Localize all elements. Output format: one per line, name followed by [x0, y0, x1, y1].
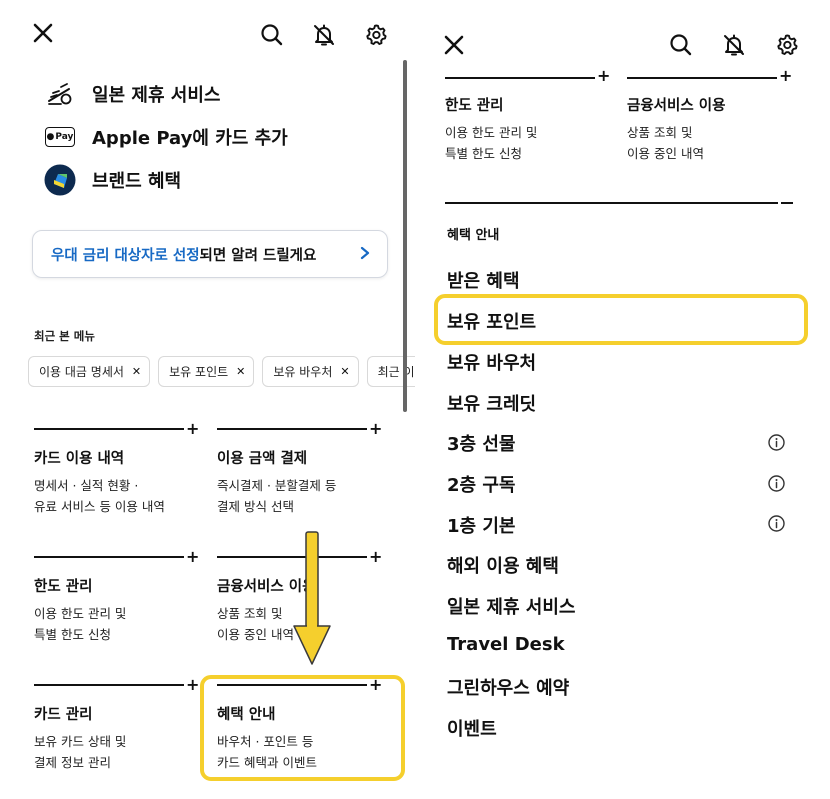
menu-received-benefits[interactable]: 받은 혜택	[447, 267, 520, 293]
recent-chip[interactable]: 최근 이	[366, 356, 415, 387]
search-icon[interactable]	[260, 23, 284, 47]
highlight-box-owned-points	[434, 294, 808, 345]
apple-pay-badge-text: Pay	[55, 132, 74, 142]
chip-label: 보유 바우처	[273, 365, 333, 379]
section-label-benefits: 혜택 안내	[447, 228, 500, 243]
card-desc-line: 이용 한도 관리 및	[445, 125, 538, 140]
service-label: 일본 제휴 서비스	[92, 85, 221, 106]
divider	[34, 428, 184, 430]
card-title-limit[interactable]: 한도 관리	[34, 575, 92, 596]
divider	[217, 428, 367, 430]
card-desc-line: 이용 중인 내역	[217, 627, 294, 642]
brand-benefit-icon	[44, 164, 76, 196]
banner-highlight: 우대 금리 대상자로 선정	[51, 247, 200, 264]
plus-icon[interactable]: +	[369, 421, 382, 437]
menu-2f-subscription[interactable]: 2층 구독	[447, 471, 515, 497]
card-desc-line: 결제 방식 선택	[217, 499, 294, 514]
card-title-financial[interactable]: 금융서비스 이용	[627, 94, 725, 115]
left-screen: 일본 제휴 서비스 ● Pay Apple Pay에 카드 추가 브랜드 혜택 우…	[0, 0, 415, 799]
menu-greenhouse-reservation[interactable]: 그린하우스 예약	[447, 674, 569, 700]
card-desc-line: 상품 조회 및	[627, 125, 693, 140]
card-desc-line: 상품 조회 및	[217, 606, 283, 621]
card-title-limit[interactable]: 한도 관리	[445, 94, 503, 115]
recent-chip[interactable]: 이용 대금 명세서 ✕	[28, 356, 151, 387]
card-desc-line: 결제 정보 관리	[34, 755, 111, 770]
right-screen: + + 한도 관리 이용 한도 관리 및특별 한도 신청 금융서비스 이용 상품…	[415, 0, 830, 799]
menu-owned-credits[interactable]: 보유 크레딧	[447, 390, 536, 416]
menu-travel-desk[interactable]: Travel Desk	[447, 634, 565, 655]
divider	[445, 202, 778, 204]
card-desc: 이용 한도 관리 및특별 한도 신청	[34, 603, 126, 645]
service-brand-benefit[interactable]: 브랜드 혜택	[44, 164, 181, 196]
chip-label: 이용 대금 명세서	[39, 365, 124, 379]
card-desc: 명세서 · 실적 현황 · 유료 서비스 등 이용 내역	[34, 475, 165, 517]
close-icon[interactable]	[32, 22, 54, 44]
gear-icon[interactable]	[364, 23, 388, 47]
recent-menu-label: 최근 본 메뉴	[34, 329, 95, 343]
highlight-box-benefits	[200, 675, 405, 781]
card-desc: 상품 조회 및이용 중인 내역	[627, 122, 704, 164]
card-desc: 보유 카드 상태 및결제 정보 관리	[34, 731, 126, 773]
close-icon[interactable]	[443, 34, 465, 56]
divider	[445, 77, 595, 79]
service-label: Apple Pay에 카드 추가	[92, 128, 288, 149]
card-title-card-management[interactable]: 카드 관리	[34, 703, 92, 724]
card-desc: 상품 조회 및이용 중인 내역	[217, 603, 294, 645]
info-icon[interactable]	[768, 475, 785, 492]
card-desc: 이용 한도 관리 및특별 한도 신청	[445, 122, 537, 164]
info-icon[interactable]	[768, 515, 785, 532]
arrow-down-annotation	[290, 530, 334, 672]
info-icon[interactable]	[768, 434, 785, 451]
card-desc-line: 보유 카드 상태 및	[34, 734, 127, 749]
card-desc-line: 명세서 · 실적 현황 ·	[34, 478, 139, 493]
banner-rest: 되면 알려 드릴게요	[199, 247, 317, 264]
plus-icon[interactable]: +	[779, 68, 792, 84]
card-desc-line: 특별 한도 신청	[445, 146, 522, 161]
card-desc-line: 이용 한도 관리 및	[34, 606, 127, 621]
divider	[34, 556, 184, 558]
preferential-rate-banner[interactable]: 우대 금리 대상자로 선정되면 알려 드릴게요	[32, 230, 388, 278]
card-title-usage-history[interactable]: 카드 이용 내역	[34, 447, 124, 468]
card-desc: 즉시결제 · 분할결제 등결제 방식 선택	[217, 475, 336, 517]
plus-icon[interactable]: +	[186, 421, 199, 437]
search-icon[interactable]	[669, 33, 693, 57]
plus-icon[interactable]: +	[597, 68, 610, 84]
minus-icon[interactable]	[781, 202, 793, 204]
chip-label: 보유 포인트	[169, 365, 229, 379]
service-label: 브랜드 혜택	[92, 171, 182, 192]
recent-chip[interactable]: 보유 바우처 ✕	[262, 356, 359, 387]
chevron-right-icon	[359, 245, 371, 264]
plus-icon[interactable]: +	[186, 549, 199, 565]
service-japan[interactable]: 일본 제휴 서비스	[44, 78, 220, 110]
apple-pay-icon: ● Pay	[44, 121, 76, 153]
scrollbar[interactable]	[403, 60, 407, 412]
service-apple-pay[interactable]: ● Pay Apple Pay에 카드 추가	[44, 121, 288, 153]
chip-label: 최근 이	[377, 365, 415, 379]
divider	[34, 684, 184, 686]
plus-icon[interactable]: +	[186, 677, 199, 693]
menu-3f-gift[interactable]: 3층 선물	[447, 430, 515, 456]
menu-1f-basic[interactable]: 1층 기본	[447, 512, 515, 538]
card-title-payment[interactable]: 이용 금액 결제	[217, 447, 307, 468]
menu-owned-vouchers[interactable]: 보유 바우처	[447, 349, 536, 375]
banner-text: 우대 금리 대상자로 선정되면 알려 드릴게요	[51, 244, 316, 265]
menu-events[interactable]: 이벤트	[447, 715, 497, 741]
close-icon[interactable]: ✕	[132, 365, 141, 378]
close-icon[interactable]: ✕	[340, 365, 349, 378]
card-desc-line: 즉시결제 · 분할결제 등	[217, 478, 337, 493]
card-desc-line: 이용 중인 내역	[627, 146, 704, 161]
bell-off-icon[interactable]	[722, 33, 746, 57]
recent-chip[interactable]: 보유 포인트 ✕	[158, 356, 255, 387]
menu-japan-service[interactable]: 일본 제휴 서비스	[447, 593, 575, 619]
divider	[627, 77, 777, 79]
menu-overseas-benefits[interactable]: 해외 이용 혜택	[447, 552, 559, 578]
gear-icon[interactable]	[775, 33, 799, 57]
plus-icon[interactable]: +	[369, 549, 382, 565]
card-desc-line: 유료 서비스 등 이용 내역	[34, 499, 165, 514]
japan-service-icon	[44, 78, 76, 110]
card-desc-line: 특별 한도 신청	[34, 627, 111, 642]
close-icon[interactable]: ✕	[236, 365, 245, 378]
recent-menu-chips: 이용 대금 명세서 ✕ 보유 포인트 ✕ 보유 바우처 ✕ 최근 이	[28, 356, 415, 387]
bell-off-icon[interactable]	[312, 23, 336, 47]
